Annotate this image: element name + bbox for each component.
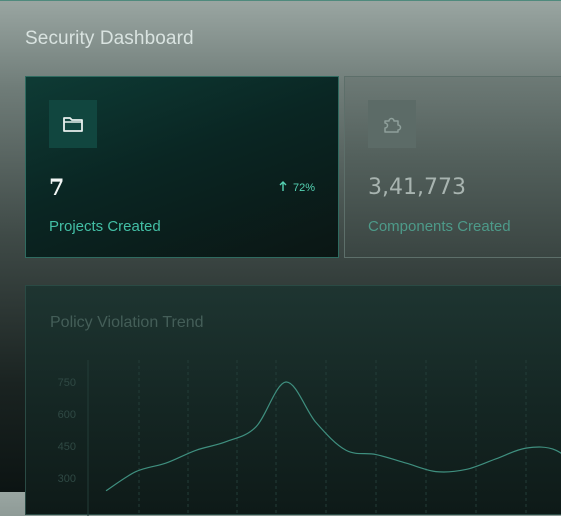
y-tick-label: 450 [58, 441, 76, 453]
components-count: 3,41,773 [368, 175, 466, 200]
components-created-card[interactable]: 3,41,773 Components Created [344, 76, 561, 258]
page-title: Security Dashboard [25, 28, 194, 49]
components-created-label: Components Created [368, 218, 511, 235]
projects-created-card[interactable]: 7 72% Projects Created [25, 76, 339, 258]
projects-count: 7 [49, 175, 65, 201]
folder-icon [49, 100, 97, 148]
trend-chart: 750 600 450 300 [58, 360, 561, 516]
policy-violation-trend-panel: Policy Violation Trend 750 600 450 300 [25, 285, 561, 516]
series-line [105, 381, 561, 492]
trend-indicator: 72% [279, 181, 315, 195]
arrow-up-icon [279, 181, 287, 195]
projects-created-label: Projects Created [49, 218, 161, 235]
top-border [0, 0, 561, 1]
y-tick-label: 750 [58, 377, 76, 389]
trend-percent: 72% [292, 182, 315, 194]
y-tick-label: 600 [58, 409, 76, 421]
puzzle-icon [368, 100, 416, 148]
y-tick-label: 300 [58, 473, 76, 485]
